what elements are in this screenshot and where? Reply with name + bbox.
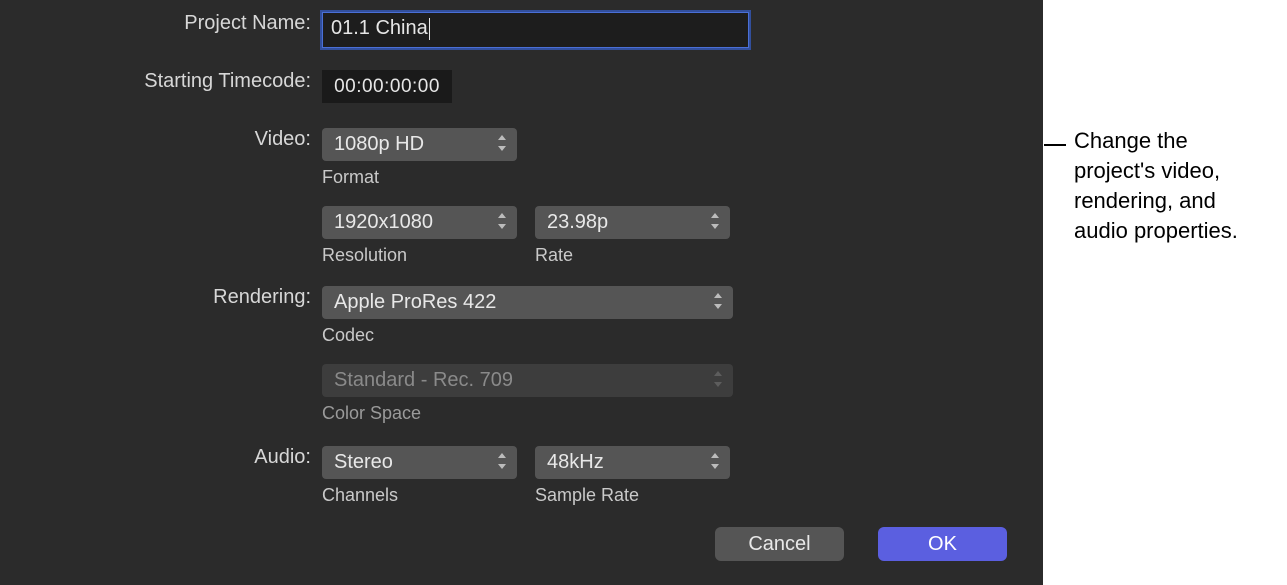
chevron-updown-icon [713, 371, 727, 391]
callout-line [1044, 144, 1066, 146]
chevron-updown-icon [710, 453, 724, 473]
rendering-label: Rendering: [213, 286, 311, 309]
video-resolution-caption: Resolution [322, 245, 517, 266]
video-rate-select[interactable]: 23.98p [535, 206, 730, 239]
video-rate-value: 23.98p [547, 211, 608, 233]
callout-text: Change the project's video, rendering, a… [1074, 126, 1274, 246]
project-settings-panel: Project Name: 01.1 China Starting Timeco… [0, 0, 1043, 585]
video-format-value: 1080p HD [334, 133, 424, 155]
audio-samplerate-caption: Sample Rate [535, 485, 730, 506]
starting-timecode-input[interactable]: 00:00:00:00 [322, 70, 452, 103]
audio-channels-value: Stereo [334, 451, 393, 473]
text-caret [429, 18, 430, 40]
audio-label: Audio: [254, 446, 311, 469]
cancel-button[interactable]: Cancel [715, 527, 844, 561]
audio-channels-caption: Channels [322, 485, 517, 506]
chevron-updown-icon [497, 213, 511, 233]
video-resolution-select[interactable]: 1920x1080 [322, 206, 517, 239]
project-name-value: 01.1 China [331, 17, 428, 39]
rendering-codec-caption: Codec [322, 325, 733, 346]
ok-button[interactable]: OK [878, 527, 1007, 561]
video-label: Video: [255, 128, 311, 151]
rendering-colorspace-select: Standard - Rec. 709 [322, 364, 733, 397]
video-rate-caption: Rate [535, 245, 730, 266]
video-resolution-value: 1920x1080 [334, 211, 433, 233]
chevron-updown-icon [713, 293, 727, 313]
chevron-updown-icon [497, 453, 511, 473]
rendering-codec-value: Apple ProRes 422 [334, 291, 496, 313]
chevron-updown-icon [710, 213, 724, 233]
audio-channels-select[interactable]: Stereo [322, 446, 517, 479]
audio-samplerate-value: 48kHz [547, 451, 604, 473]
rendering-colorspace-caption: Color Space [322, 403, 733, 424]
rendering-codec-select[interactable]: Apple ProRes 422 [322, 286, 733, 319]
starting-timecode-label: Starting Timecode: [144, 70, 311, 93]
audio-samplerate-select[interactable]: 48kHz [535, 446, 730, 479]
chevron-updown-icon [497, 135, 511, 155]
video-format-caption: Format [322, 167, 517, 188]
video-format-select[interactable]: 1080p HD [322, 128, 517, 161]
project-name-input[interactable]: 01.1 China [322, 12, 749, 48]
project-name-label: Project Name: [184, 12, 311, 35]
rendering-colorspace-value: Standard - Rec. 709 [334, 369, 513, 391]
